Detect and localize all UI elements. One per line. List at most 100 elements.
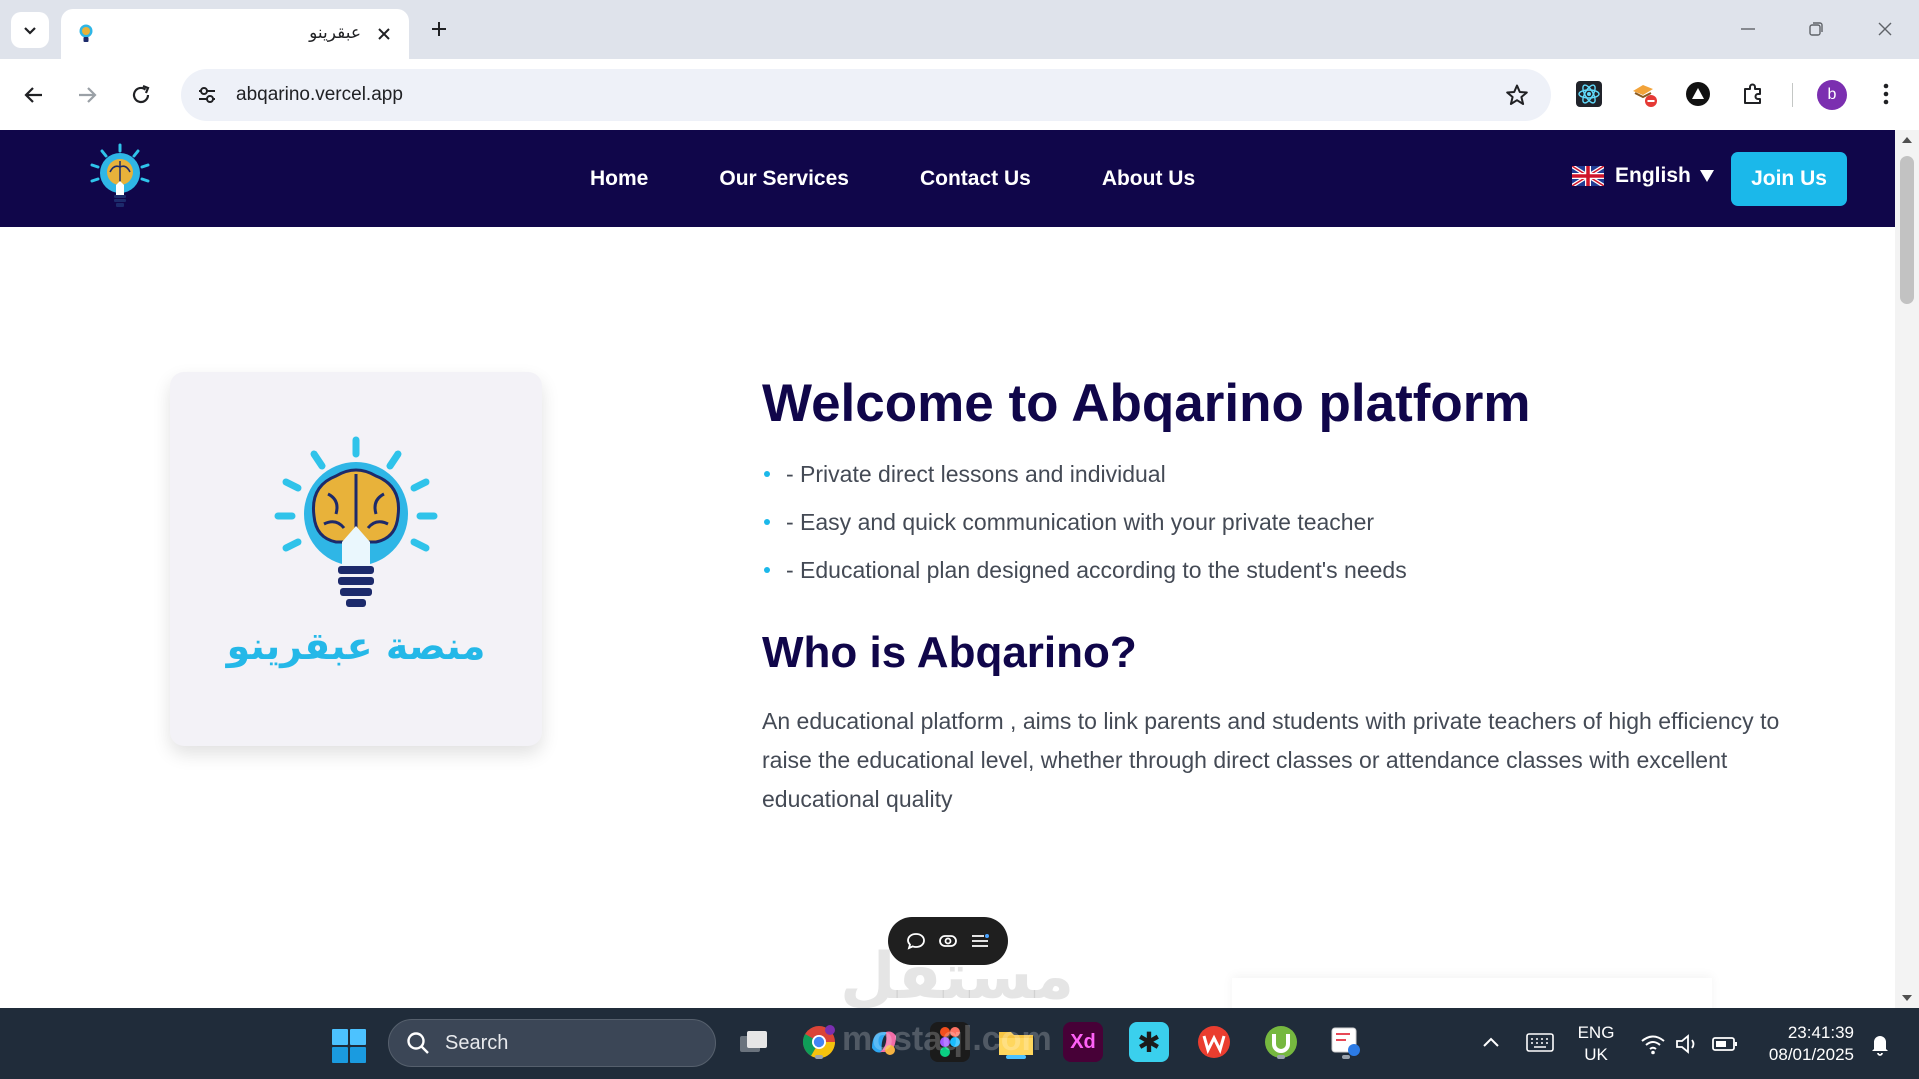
join-us-button[interactable]: Join Us bbox=[1731, 152, 1847, 206]
taskbar-task-view[interactable] bbox=[734, 1022, 774, 1062]
taskbar-app-asterisk[interactable]: ✱ bbox=[1129, 1022, 1169, 1062]
extension-blocked-icon bbox=[1633, 85, 1657, 107]
menu-button[interactable] bbox=[968, 929, 992, 953]
clock-date: 08/01/2025 bbox=[1768, 1045, 1854, 1064]
lang-line1: ENG bbox=[1577, 1023, 1615, 1042]
feature-item: - Easy and quick communication with your… bbox=[762, 508, 1407, 556]
caret-down-icon bbox=[1699, 170, 1714, 182]
react-devtools-extension[interactable] bbox=[1572, 77, 1606, 111]
browser-tab-active[interactable]: عبقرينو bbox=[61, 9, 409, 59]
kebab-menu-icon bbox=[1883, 83, 1889, 105]
toolbar-divider bbox=[1792, 83, 1793, 107]
hero-logo-card: منصة عبقرينو bbox=[170, 372, 542, 746]
comment-button[interactable] bbox=[904, 929, 928, 953]
brain-bulb-favicon-icon bbox=[79, 24, 93, 42]
chevron-down-icon bbox=[24, 27, 36, 35]
site-info-button[interactable] bbox=[193, 81, 221, 109]
tab-title: عبقرينو bbox=[309, 23, 361, 42]
blocked-extension[interactable] bbox=[1627, 77, 1661, 111]
feature-text: - Easy and quick communication with your… bbox=[786, 509, 1375, 535]
site-header: Home Our Services Contact Us About Us En… bbox=[0, 130, 1895, 227]
reload-icon bbox=[132, 84, 150, 104]
search-icon bbox=[407, 1032, 429, 1054]
chevron-up-icon[interactable] bbox=[1480, 1032, 1502, 1054]
nav-home-link[interactable]: Home bbox=[590, 167, 648, 191]
floating-toolbar bbox=[888, 917, 1008, 965]
site-nav: Home Our Services Contact Us About Us bbox=[590, 130, 1266, 227]
reload-button[interactable] bbox=[121, 75, 161, 115]
who-title: Who is Abqarino? bbox=[762, 628, 1137, 677]
notification-bell-icon[interactable] bbox=[1869, 1032, 1891, 1056]
mostaql-url-watermark: mostaql.com bbox=[842, 1020, 1052, 1058]
browser-menu-button[interactable] bbox=[1876, 77, 1896, 111]
address-bar[interactable]: abqarino.vercel.app bbox=[181, 69, 1551, 121]
bullet-dot-icon bbox=[764, 567, 770, 573]
extensions-menu-button[interactable] bbox=[1736, 77, 1770, 111]
welcome-title: Welcome to Abqarino platform bbox=[762, 374, 1531, 433]
running-indicator bbox=[1277, 1055, 1285, 1059]
minimize-icon bbox=[1741, 28, 1755, 30]
view-button[interactable] bbox=[936, 929, 960, 953]
keyboard-icon[interactable] bbox=[1526, 1032, 1554, 1054]
arrow-right-icon bbox=[79, 87, 97, 103]
clock-time: 23:41:39 bbox=[1787, 1023, 1854, 1042]
vercel-icon bbox=[1686, 82, 1710, 106]
taskbar-snipping-tool[interactable] bbox=[1326, 1022, 1366, 1062]
running-indicator bbox=[815, 1055, 823, 1059]
scroll-thumb[interactable] bbox=[1900, 156, 1914, 304]
bullet-dot-icon bbox=[764, 519, 770, 525]
window-close-button[interactable] bbox=[1865, 12, 1905, 46]
page-viewport: Home Our Services Contact Us About Us En… bbox=[0, 130, 1895, 1008]
window-minimize-button[interactable] bbox=[1728, 12, 1768, 46]
bullet-dot-icon bbox=[764, 471, 770, 477]
windows-start-icon[interactable] bbox=[331, 1028, 367, 1064]
arrow-left-icon bbox=[24, 87, 42, 103]
close-icon bbox=[378, 28, 390, 40]
taskbar-search[interactable]: Search bbox=[388, 1019, 716, 1067]
feature-item: - Educational plan designed according to… bbox=[762, 556, 1407, 604]
puzzle-icon bbox=[1744, 83, 1761, 104]
feature-list: - Private direct lessons and individual … bbox=[762, 460, 1407, 604]
scroll-down-icon[interactable] bbox=[1901, 992, 1913, 1004]
window-restore-button[interactable] bbox=[1796, 12, 1836, 46]
vercel-extension[interactable] bbox=[1681, 77, 1715, 111]
tab-search-button[interactable] bbox=[11, 12, 49, 48]
nav-services-link[interactable]: Our Services bbox=[719, 167, 849, 191]
nav-contact-link[interactable]: Contact Us bbox=[920, 167, 1031, 191]
list-menu-icon bbox=[972, 934, 989, 947]
restore-icon bbox=[1809, 22, 1823, 36]
star-outline-icon bbox=[1506, 84, 1528, 105]
taskbar-wps-office[interactable] bbox=[1194, 1022, 1234, 1062]
feature-item: - Private direct lessons and individual bbox=[762, 460, 1407, 508]
wifi-icon[interactable] bbox=[1640, 1032, 1666, 1056]
input-language[interactable]: ENG UK bbox=[1574, 1022, 1618, 1066]
url-text[interactable]: abqarino.vercel.app bbox=[236, 84, 403, 106]
back-button[interactable] bbox=[14, 75, 54, 115]
taskbar-utorrent[interactable] bbox=[1261, 1022, 1301, 1062]
system-clock[interactable]: 23:41:39 08/01/2025 bbox=[1758, 1022, 1854, 1066]
feature-text: - Private direct lessons and individual bbox=[786, 461, 1166, 487]
page-scrollbar[interactable] bbox=[1895, 130, 1919, 1008]
profile-avatar[interactable]: b bbox=[1817, 80, 1847, 110]
plus-icon bbox=[432, 22, 446, 36]
wps-icon bbox=[1198, 1026, 1230, 1058]
taskbar-chrome[interactable] bbox=[799, 1022, 839, 1062]
brain-bulb-hero-icon bbox=[274, 436, 438, 607]
language-selector[interactable]: English bbox=[1572, 164, 1715, 188]
tune-icon bbox=[199, 87, 215, 103]
eye-icon bbox=[939, 935, 957, 947]
chat-bubble-icon bbox=[907, 933, 925, 950]
forward-button[interactable] bbox=[67, 75, 107, 115]
bookmark-button[interactable] bbox=[1503, 81, 1531, 109]
brain-bulb-logo-icon[interactable] bbox=[88, 143, 152, 215]
scroll-up-icon[interactable] bbox=[1901, 134, 1913, 146]
feature-text: - Educational plan designed according to… bbox=[786, 557, 1407, 583]
partial-card bbox=[1232, 978, 1712, 1008]
battery-icon[interactable] bbox=[1712, 1032, 1738, 1056]
tab-close-button[interactable] bbox=[373, 23, 395, 45]
new-tab-button[interactable] bbox=[424, 14, 454, 44]
volume-icon[interactable] bbox=[1674, 1032, 1700, 1056]
browser-tabstrip: عبقرينو bbox=[0, 0, 1919, 59]
nav-about-link[interactable]: About Us bbox=[1102, 167, 1195, 191]
taskbar-adobe-xd[interactable]: Xd bbox=[1063, 1022, 1103, 1062]
